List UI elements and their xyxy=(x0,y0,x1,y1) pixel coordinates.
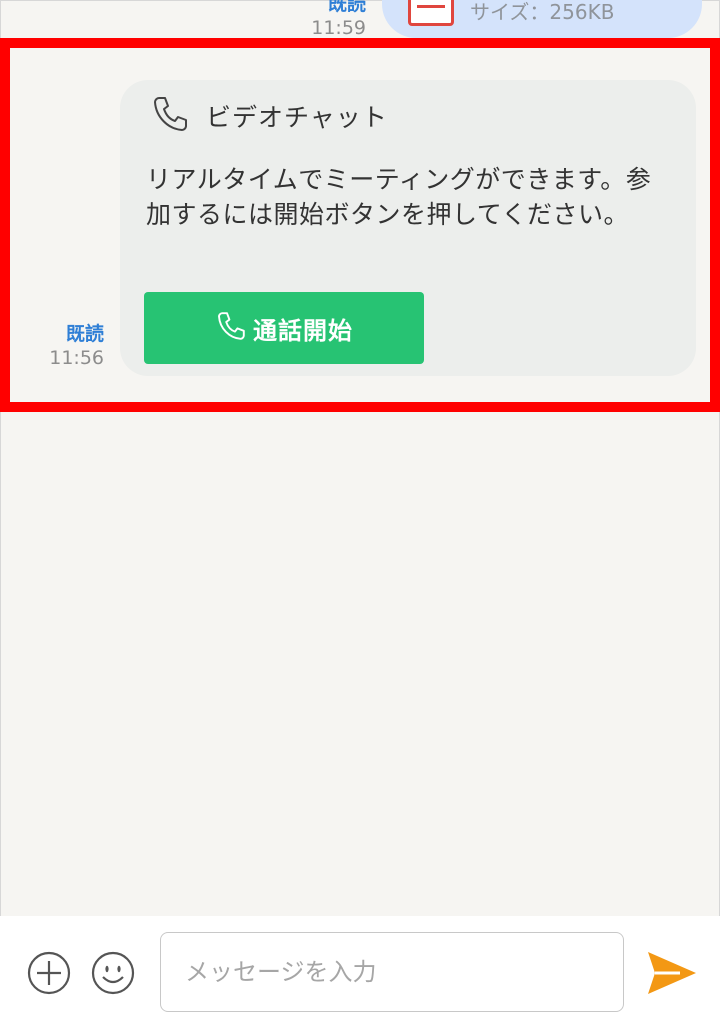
message-meta: 既読 11:56 xyxy=(40,322,104,370)
previous-message-meta: 既読 11:59 xyxy=(311,0,366,40)
message-composer xyxy=(0,916,720,1028)
phone-icon xyxy=(150,94,190,138)
add-attachment-button[interactable] xyxy=(26,950,72,996)
file-size-label: サイズ：256KB xyxy=(470,0,615,24)
phone-icon xyxy=(215,310,253,346)
message-time: 11:59 xyxy=(311,17,366,39)
video-chat-bubble: ビデオチャット リアルタイムでミーティングができます。参加するには開始ボタンを押… xyxy=(120,80,696,376)
file-icon xyxy=(408,0,454,26)
previous-file-bubble[interactable]: サイズ：256KB xyxy=(382,0,702,38)
smiley-icon xyxy=(90,951,136,1000)
start-call-label: 通話開始 xyxy=(253,316,353,345)
read-receipt-label: 既読 xyxy=(65,323,104,345)
plus-circle-icon xyxy=(26,951,72,1000)
read-receipt-label: 既読 xyxy=(327,0,366,15)
send-button[interactable] xyxy=(646,948,698,998)
start-call-button[interactable]: 通話開始 xyxy=(144,292,424,364)
paper-plane-icon xyxy=(646,952,698,1002)
bubble-body-text: リアルタイムでミーティングができます。参加するには開始ボタンを押してください。 xyxy=(146,165,652,229)
bubble-header: ビデオチャット xyxy=(150,94,388,138)
message-input[interactable] xyxy=(160,932,624,1012)
bubble-title: ビデオチャット xyxy=(206,103,388,132)
emoji-button[interactable] xyxy=(90,950,136,996)
message-time: 11:56 xyxy=(49,347,104,369)
